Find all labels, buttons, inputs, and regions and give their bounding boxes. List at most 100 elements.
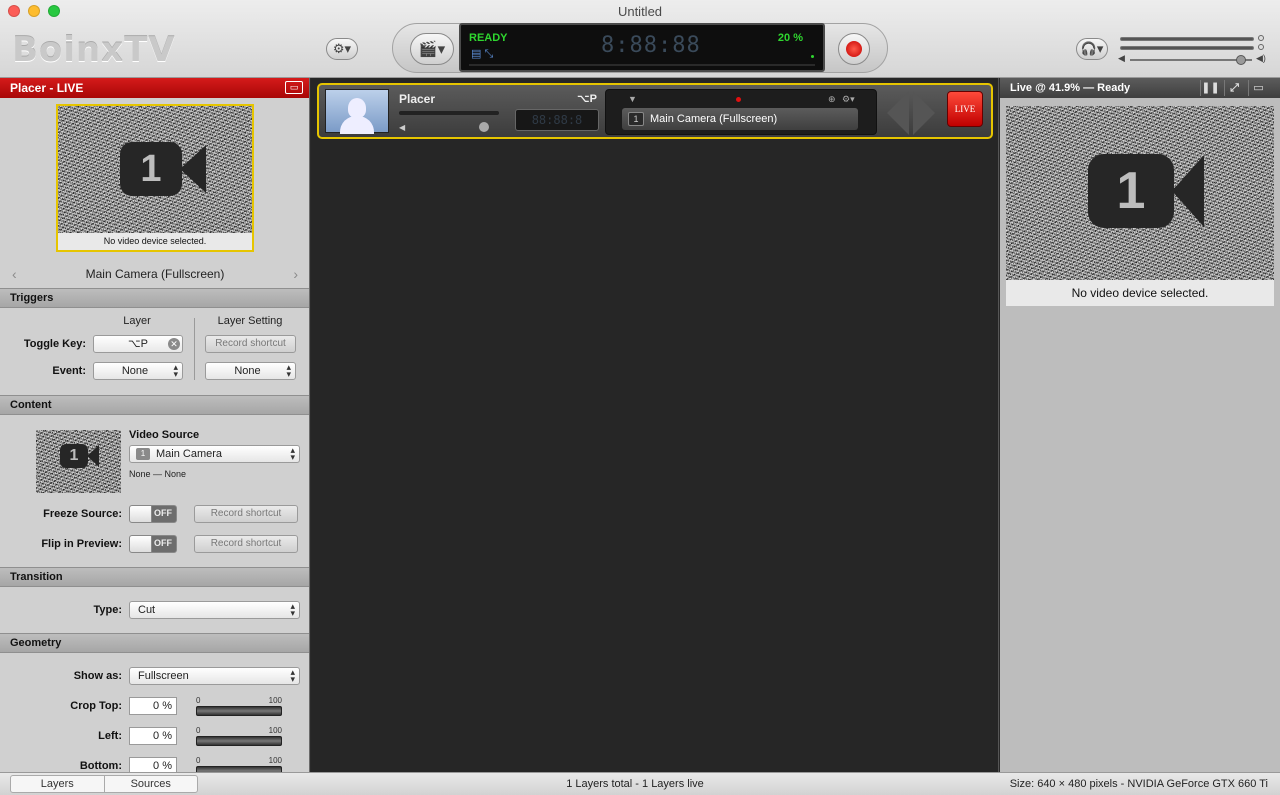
dropdown-triangle-icon[interactable]: ▼ [628,94,637,104]
crop-bottom-slider[interactable]: 0 100 [196,756,282,772]
app-logo: BoinxTV [12,30,176,70]
stepper-icon: ▴ ▾ [286,362,291,379]
video-camera-icon: 1 [1088,154,1204,228]
camera-source-icon: 1 [628,112,644,126]
layer-thumbnail [325,89,389,134]
layer-navigation [883,91,941,135]
freeze-source-label: Freeze Source: [43,508,122,520]
crop-left-slider[interactable]: 0 100 [196,726,282,746]
section-transition[interactable]: Transition [0,567,309,587]
output-info: Size: 640 × 480 pixels - NVIDIA GeForce … [1009,778,1268,790]
stepper-icon: ▴ ▾ [290,445,295,462]
transition-type-select[interactable]: Cut ▴ ▾ [129,601,300,619]
event-label: Event: [52,365,86,377]
no-device-message: No video device selected. [58,233,252,250]
add-source-icon[interactable]: ⊕ [828,94,836,105]
current-source-label: Main Camera (Fullscreen) [85,267,225,281]
live-toggle-button[interactable]: LIVE [947,91,983,127]
headphones-menu-button[interactable]: 🎧▾ [1076,38,1108,60]
layer-source-box: ▼ ⊕ ⚙▾ 1 Main Camera (Fullscreen) [605,89,877,135]
flip-preview-toggle[interactable]: OFF [129,535,177,553]
settings-menu-button[interactable]: ⚙▾ [326,38,358,60]
layer-preview: 1 No video device selected. [56,104,254,252]
clapper-menu-button[interactable]: 🎬▾ [410,33,454,65]
flip-record-shortcut-button[interactable]: Record shortcut [194,535,298,553]
status-display: READY 8:88:88 20 % ▤ ⤡ [459,23,825,72]
inspector-title: Placer - LIVE [10,81,84,95]
gear-icon[interactable]: ⚙▾ [842,94,855,105]
video-camera-icon: 1 [60,444,99,468]
progress-track [469,64,815,66]
layer-inspector: Placer - LIVE ▭ 1 No video device select… [0,78,310,772]
flip-preview-label: Flip in Preview: [41,538,122,550]
live-status: Live @ 41.9% — Ready [1010,82,1131,94]
toggle-key-field[interactable]: ⌥P ✕ [93,335,183,353]
live-output-panel: Live @ 41.9% — Ready ❚❚ ⤢ ▭ 1 No video d… [1000,78,1280,772]
transition-type-label: Type: [93,604,122,616]
crop-top-field[interactable]: 0 % [129,697,177,715]
fullscreen-icon[interactable]: ⤢ [1224,80,1244,96]
recording-timer: 8:88:88 [601,33,701,58]
layer-volume-knob[interactable] [479,122,489,132]
section-content[interactable]: Content [0,395,309,415]
record-shortcut-button[interactable]: Record shortcut [205,335,296,353]
column-layer-setting: Layer Setting [217,315,283,327]
layer-shortcut: ⌥P [577,93,598,105]
speaker-icon: ◀ [399,123,406,132]
record-button[interactable] [838,33,870,65]
person-silhouette-icon [348,98,366,118]
layer-name: Placer [399,92,436,106]
headphones-icon: 🎧▾ [1080,41,1104,56]
event-select[interactable]: None ▴ ▾ [93,362,183,380]
next-layer-arrow-icon[interactable] [913,91,935,135]
crop-bottom-field[interactable]: 0 % [129,757,177,772]
activity-indicator [811,55,814,58]
toolbar: Untitled BoinxTV ⚙▾ 🎬▾ READY 8:88:88 20 … [0,0,1280,78]
master-volume-slider[interactable]: ◀ ◀) [1118,53,1268,65]
freeze-source-toggle[interactable]: OFF [129,505,177,523]
speaker-high-icon: ◀) [1256,53,1266,63]
next-source-icon[interactable]: › [293,264,298,284]
audio-level-meter-right [1120,46,1254,50]
stepper-icon: ▴ ▾ [290,667,295,684]
cpu-percentage: 20 % [777,32,803,44]
speaker-low-icon: ◀ [1118,53,1125,63]
layer-row[interactable]: Placer ⌥P ◀ 88:88:8 ▼ ⊕ ⚙▾ 1 Main Camera… [317,83,993,139]
previous-source-icon[interactable]: ‹ [12,264,17,284]
freeze-record-shortcut-button[interactable]: Record shortcut [194,505,298,523]
stepper-icon: ▴ ▾ [173,362,178,379]
status-bar: Layers Sources 1 Layers total - 1 Layers… [0,772,1280,795]
record-icon [846,41,862,57]
section-triggers[interactable]: Triggers [0,288,309,308]
event-setting-select[interactable]: None ▴ ▾ [205,362,296,380]
video-camera-icon: 1 [120,142,206,196]
gear-icon: ⚙▾ [332,41,352,56]
clear-shortcut-icon[interactable]: ✕ [168,338,180,350]
layer-source-selector[interactable]: 1 Main Camera (Fullscreen) [622,108,858,130]
toggle-key-label: Toggle Key: [23,338,86,350]
previous-layer-arrow-icon[interactable] [887,91,909,135]
layer-list: Placer ⌥P ◀ 88:88:8 ▼ ⊕ ⚙▾ 1 Main Camera… [311,78,999,772]
window-title: Untitled [617,4,663,19]
column-layer: Layer [123,315,151,327]
video-source-label: Video Source [129,429,200,441]
crop-left-field[interactable]: 0 % [129,727,177,745]
audio-level-meter-left [1120,37,1254,41]
detach-panel-icon[interactable]: ▭ [285,81,303,94]
show-as-select[interactable]: Fullscreen ▴ ▾ [129,667,300,685]
inspector-header: Placer - LIVE ▭ [0,78,309,98]
crop-top-slider[interactable]: 0 100 [196,696,282,716]
stepper-icon: ▴ ▾ [290,601,295,618]
volume-knob[interactable] [1236,55,1246,65]
clapperboard-icon: 🎬▾ [418,41,446,58]
detach-panel-icon[interactable]: ▭ [1248,80,1268,96]
show-as-label: Show as: [73,670,122,682]
meter-peak-indicator [1258,35,1264,41]
video-source-select[interactable]: 1 Main Camera ▴ ▾ [129,445,300,463]
crop-top-label: Crop Top: [70,700,122,712]
live-output-header: Live @ 41.9% — Ready ❚❚ ⤢ ▭ [1000,78,1280,98]
layer-opacity-slider[interactable] [399,111,499,115]
film-strip-icon: ▤ ⤡ [471,48,494,60]
pause-icon[interactable]: ❚❚ [1200,80,1220,96]
section-geometry[interactable]: Geometry [0,633,309,653]
